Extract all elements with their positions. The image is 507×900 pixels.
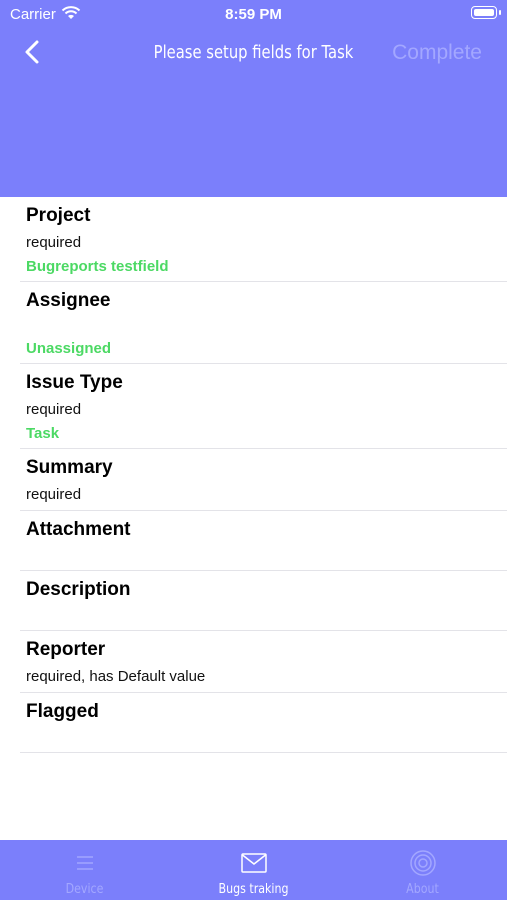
list-icon (77, 856, 93, 870)
tab-bar: Device Bugs traking About (0, 840, 507, 900)
field-note: required (26, 401, 82, 418)
field-name: Attachment (26, 519, 131, 540)
field-row-flagged[interactable]: Flagged (20, 693, 507, 753)
field-name: Project (26, 205, 91, 226)
field-name: Description (26, 579, 131, 600)
field-row-project[interactable]: Project required Bugreports testfield (20, 197, 507, 282)
field-row-assignee[interactable]: Assignee Unassigned (20, 282, 507, 364)
status-bar: Carrier 8:59 PM (0, 0, 507, 28)
field-value: Task (26, 425, 60, 442)
field-name: Reporter (26, 639, 106, 660)
target-icon (410, 850, 436, 876)
field-row-reporter[interactable]: Reporter required, has Default value (20, 631, 507, 693)
tab-label: About (406, 882, 439, 897)
field-name: Assignee (26, 290, 111, 311)
field-note: required (26, 234, 82, 251)
fields-list: Project required Bugreports testfield As… (20, 197, 507, 753)
tab-device[interactable]: Device (0, 840, 169, 900)
field-note: required (26, 486, 82, 503)
page-title: Please setup fields for Task (153, 42, 354, 63)
tab-label: Bugs traking (218, 882, 289, 897)
chevron-left-icon (25, 40, 39, 64)
field-name: Issue Type (26, 372, 123, 393)
field-row-attachment[interactable]: Attachment (20, 511, 507, 571)
header-bar: Carrier 8:59 PM Please setup fields for … (0, 0, 507, 197)
envelope-icon (241, 853, 267, 873)
tab-label: Device (65, 882, 104, 897)
field-name: Flagged (26, 701, 99, 722)
field-name: Summary (26, 457, 113, 478)
back-button[interactable] (18, 36, 48, 68)
field-value: Unassigned (26, 340, 112, 357)
field-value: Bugreports testfield (26, 258, 169, 275)
battery-icon (471, 6, 501, 19)
clock: 8:59 PM (225, 6, 282, 23)
tab-bugs-tracking[interactable]: Bugs traking (169, 840, 338, 900)
field-note: required, has Default value (26, 668, 206, 685)
field-row-summary[interactable]: Summary required (20, 449, 507, 511)
complete-button[interactable]: Complete (392, 41, 482, 65)
field-row-description[interactable]: Description (20, 571, 507, 631)
tab-about[interactable]: About (338, 840, 507, 900)
field-row-issue-type[interactable]: Issue Type required Task (20, 364, 507, 449)
